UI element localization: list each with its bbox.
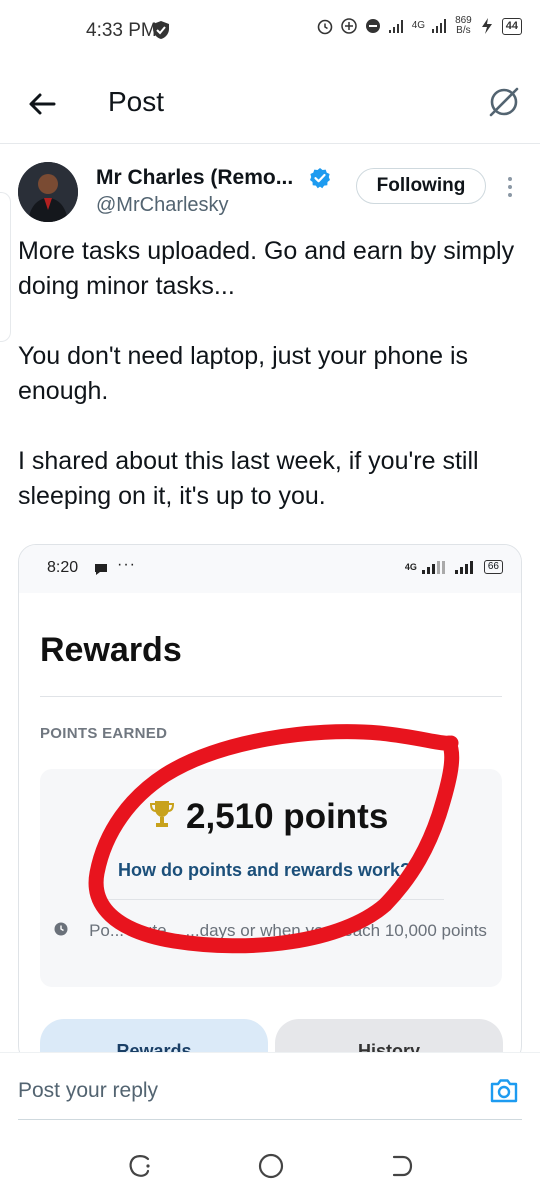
camera-icon[interactable] [488, 1075, 520, 1107]
media-status-right: 4G 66 [405, 560, 503, 574]
divider [40, 696, 502, 697]
post-media-image[interactable]: 8:20 ··· 4G 66 Rewards POINTS EARNED 2,5… [18, 544, 522, 1064]
recent-apps-icon[interactable] [126, 1152, 154, 1180]
alarm-icon [317, 19, 333, 35]
side-drawer-handle[interactable] [0, 192, 11, 342]
post-paragraph-3: I shared about this last week, if you're… [18, 447, 479, 510]
back-nav-icon[interactable] [386, 1152, 414, 1180]
reply-input[interactable] [18, 1073, 458, 1109]
signal-icon-2 [432, 19, 447, 33]
more-notifications-icon: ··· [117, 556, 136, 573]
author-name[interactable]: Mr Charles (Remo... [96, 166, 293, 190]
media-status-time: 8:20 [47, 559, 79, 576]
trophy-icon [150, 801, 174, 827]
points-value: 2,510 points [186, 797, 389, 836]
clock-icon [54, 922, 68, 936]
status-bar: 4:33 PM 4G 869 B/s 44 [0, 0, 540, 62]
system-nav-bar [0, 1136, 540, 1200]
media-signal-icon-2 [454, 561, 473, 574]
avatar[interactable] [18, 162, 78, 222]
charging-icon [481, 18, 492, 34]
more-options-icon[interactable] [500, 172, 520, 202]
grok-icon[interactable] [486, 84, 522, 120]
verified-badge-icon [310, 168, 330, 189]
battery-level: 44 [501, 17, 522, 35]
net-speed: 869 B/s [455, 15, 472, 36]
network-type: 4G [411, 20, 426, 31]
card-divider [100, 899, 444, 900]
following-button[interactable]: Following [356, 168, 486, 204]
top-bar: Post [0, 62, 540, 144]
post-text: More tasks uploaded. Go and earn by simp… [18, 234, 528, 514]
points-card: 2,510 points How do points and rewards w… [40, 769, 502, 987]
data-saver-icon [340, 18, 357, 34]
author-handle[interactable]: @MrCharlesky [96, 194, 229, 217]
status-time: 4:33 PM [86, 20, 157, 41]
how-points-work-link[interactable]: How do points and rewards work? [118, 860, 411, 881]
media-battery: 66 [483, 560, 503, 574]
media-signal-icon [421, 561, 445, 574]
signal-icon [388, 20, 403, 33]
reply-underline [18, 1119, 522, 1120]
avatar-image [18, 162, 78, 222]
post-paragraph-2: You don't need laptop, just your phone i… [18, 342, 469, 405]
post-paragraph-1: More tasks uploaded. Go and earn by simp… [18, 237, 515, 300]
reply-bar [0, 1052, 540, 1132]
media-status-bar: 8:20 ··· 4G 66 [19, 545, 521, 593]
shield-icon [153, 21, 169, 39]
points-expiry-text: Po... ...ute... ...days or when you reac… [89, 921, 487, 940]
rewards-title: Rewards [40, 631, 182, 669]
chat-bubble-icon [95, 564, 107, 575]
home-icon[interactable] [256, 1151, 286, 1181]
points-earned-label: POINTS EARNED [40, 725, 168, 742]
back-arrow-icon[interactable] [22, 84, 62, 124]
page-title: Post [108, 86, 165, 117]
media-network-type: 4G [404, 562, 417, 572]
dnd-icon [365, 19, 380, 33]
